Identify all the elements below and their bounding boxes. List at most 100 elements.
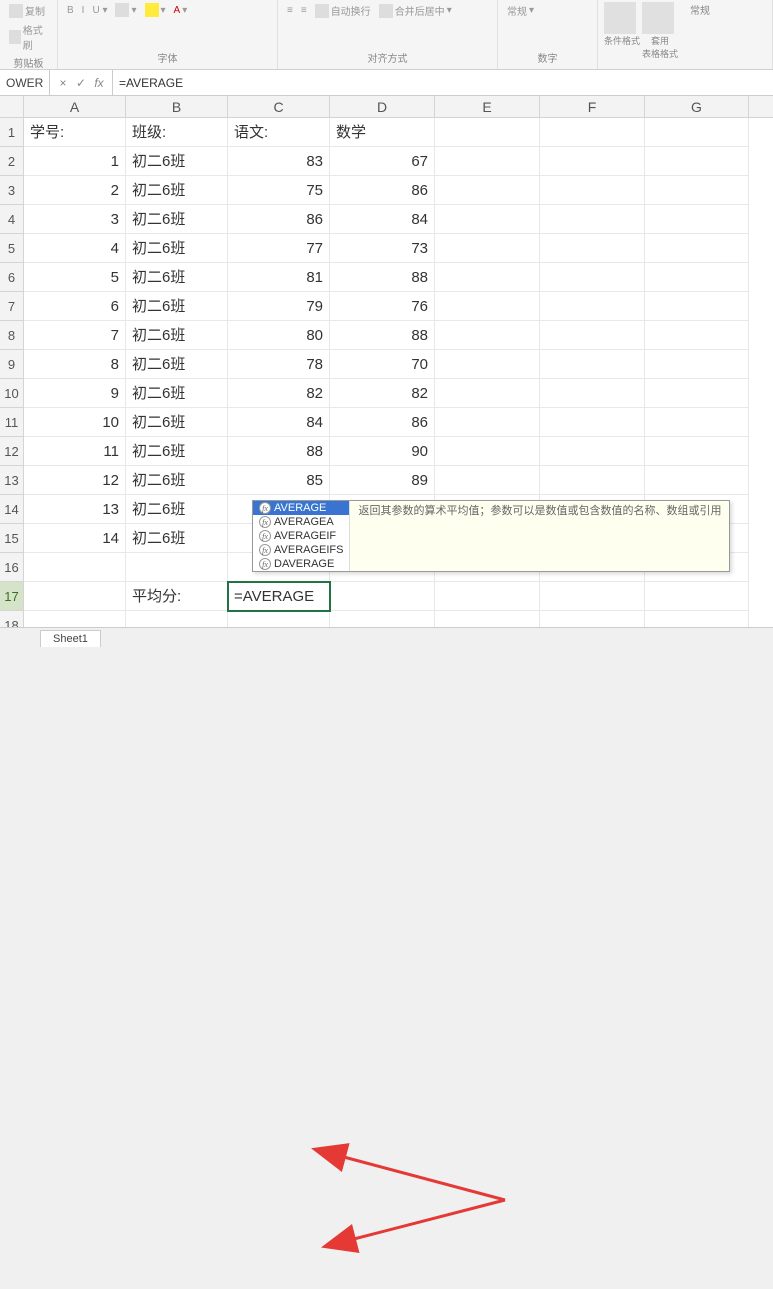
cell-B16[interactable] [126,553,228,582]
merge-center-button[interactable]: 合并后居中 ▾ [376,2,455,19]
cell-G2[interactable] [645,147,749,176]
row-header-12[interactable]: 12 [0,437,24,466]
cell-E17[interactable] [435,582,540,611]
row-header-15[interactable]: 15 [0,524,24,553]
row-header-2[interactable]: 2 [0,147,24,176]
cell-B11[interactable]: 初二6班 [126,408,228,437]
cell-E13[interactable] [435,466,540,495]
row-header-17[interactable]: 17 [0,582,24,611]
cell-A8[interactable]: 7 [24,321,126,350]
cell-D10[interactable]: 82 [330,379,435,408]
cell-B3[interactable]: 初二6班 [126,176,228,205]
cell-C8[interactable]: 80 [228,321,330,350]
row-header-3[interactable]: 3 [0,176,24,205]
cell-D17[interactable] [330,582,435,611]
cell-C13[interactable]: 85 [228,466,330,495]
cell-D9[interactable]: 70 [330,350,435,379]
cell-E1[interactable] [435,118,540,147]
cell-B2[interactable]: 初二6班 [126,147,228,176]
col-header-A[interactable]: A [24,96,126,117]
cell-E6[interactable] [435,263,540,292]
cell-F8[interactable] [540,321,645,350]
cell-B15[interactable]: 初二6班 [126,524,228,553]
row-header-14[interactable]: 14 [0,495,24,524]
row-header-1[interactable]: 1 [0,118,24,147]
cell-G7[interactable] [645,292,749,321]
cell-G1[interactable] [645,118,749,147]
cell-E9[interactable] [435,350,540,379]
row-header-13[interactable]: 13 [0,466,24,495]
italic-button[interactable]: I [79,2,88,18]
format-painter-button[interactable]: 格式刷 [6,21,51,53]
cell-C9[interactable]: 78 [228,350,330,379]
cell-C4[interactable]: 86 [228,205,330,234]
cell-A11[interactable]: 10 [24,408,126,437]
sheet-tab-1[interactable]: Sheet1 [40,630,101,647]
cell-G10[interactable] [645,379,749,408]
cell-F17[interactable] [540,582,645,611]
font-color-button[interactable]: A▾ [171,2,191,18]
cell-E3[interactable] [435,176,540,205]
cell-D12[interactable]: 90 [330,437,435,466]
table-format-icon[interactable] [642,2,674,34]
cell-D2[interactable]: 67 [330,147,435,176]
cell-F7[interactable] [540,292,645,321]
cell-G17[interactable] [645,582,749,611]
cell-F13[interactable] [540,466,645,495]
cell-C5[interactable]: 77 [228,234,330,263]
cell-C17-active[interactable]: =AVERAGE [228,582,330,611]
cell-B9[interactable]: 初二6班 [126,350,228,379]
cell-F11[interactable] [540,408,645,437]
cell-B13[interactable]: 初二6班 [126,466,228,495]
cell-A9[interactable]: 8 [24,350,126,379]
cell-F9[interactable] [540,350,645,379]
row-header-4[interactable]: 4 [0,205,24,234]
autocomplete-item-average[interactable]: fxAVERAGE [253,501,349,515]
cell-B17[interactable]: 平均分: [126,582,228,611]
number-format-dropdown[interactable]: 常规 ▾ [504,2,591,19]
cell-A5[interactable]: 4 [24,234,126,263]
fx-button[interactable]: fx [92,76,106,90]
autocomplete-item-averageifs[interactable]: fxAVERAGEIFS [253,543,349,557]
cell-A1[interactable]: 学号: [24,118,126,147]
cell-E8[interactable] [435,321,540,350]
cell-A16[interactable] [24,553,126,582]
cell-F6[interactable] [540,263,645,292]
cell-B12[interactable]: 初二6班 [126,437,228,466]
wrap-text-button[interactable]: 自动换行 [312,2,374,19]
cell-style-normal[interactable]: 常规 [690,6,710,17]
col-header-G[interactable]: G [645,96,749,117]
row-header-16[interactable]: 16 [0,553,24,582]
cell-F5[interactable] [540,234,645,263]
cell-C3[interactable]: 75 [228,176,330,205]
cell-G8[interactable] [645,321,749,350]
cond-format-icon[interactable] [604,2,636,34]
cell-G5[interactable] [645,234,749,263]
cell-E12[interactable] [435,437,540,466]
cell-G6[interactable] [645,263,749,292]
cell-A10[interactable]: 9 [24,379,126,408]
col-header-C[interactable]: C [228,96,330,117]
cell-D11[interactable]: 86 [330,408,435,437]
cell-B1[interactable]: 班级: [126,118,228,147]
name-box[interactable]: OWER [0,70,50,95]
cell-C7[interactable]: 79 [228,292,330,321]
cell-C1[interactable]: 语文: [228,118,330,147]
col-header-E[interactable]: E [435,96,540,117]
cell-A6[interactable]: 5 [24,263,126,292]
cell-B4[interactable]: 初二6班 [126,205,228,234]
cell-F3[interactable] [540,176,645,205]
cell-D3[interactable]: 86 [330,176,435,205]
cell-F2[interactable] [540,147,645,176]
cell-D13[interactable]: 89 [330,466,435,495]
underline-button[interactable]: U ▾ [89,2,110,18]
cell-A14[interactable]: 13 [24,495,126,524]
cell-G4[interactable] [645,205,749,234]
formula-cancel-button[interactable]: × [56,76,70,90]
row-header-5[interactable]: 5 [0,234,24,263]
row-header-11[interactable]: 11 [0,408,24,437]
cell-B14[interactable]: 初二6班 [126,495,228,524]
cell-C2[interactable]: 83 [228,147,330,176]
cell-F10[interactable] [540,379,645,408]
autocomplete-item-averagea[interactable]: fxAVERAGEA [253,515,349,529]
